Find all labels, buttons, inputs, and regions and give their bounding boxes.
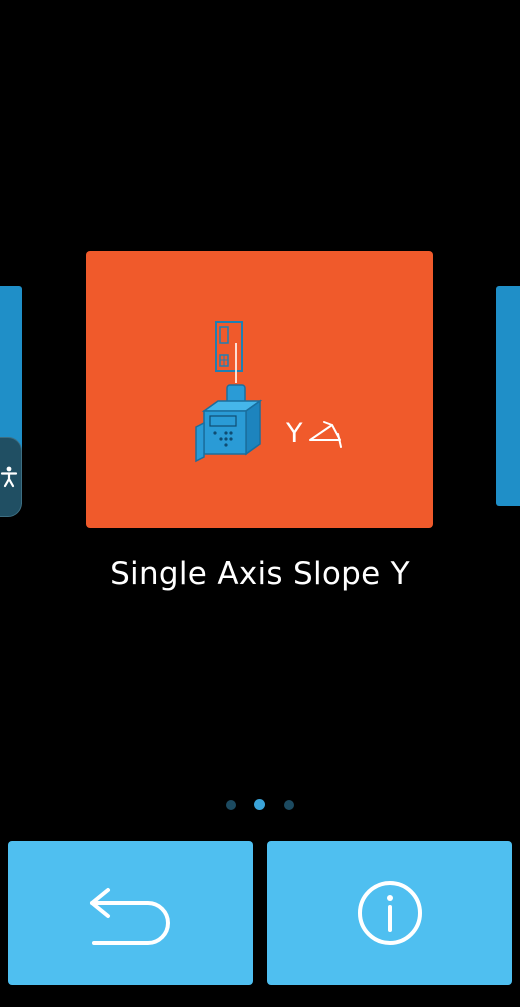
axis-label: Y [286, 418, 303, 449]
laser-level-illustration [195, 321, 342, 463]
carousel-next-card[interactable] [496, 286, 520, 506]
page-indicator [0, 799, 520, 811]
mode-title: Single Axis Slope Y [110, 556, 410, 592]
accessibility-button[interactable] [0, 437, 22, 517]
page-dot-2-active[interactable] [254, 799, 265, 810]
page-dot-3[interactable] [284, 800, 294, 810]
back-arrow-icon [89, 888, 170, 945]
info-circle-icon [357, 881, 422, 945]
back-button[interactable] [8, 841, 253, 985]
mode-card-single-axis-slope-y[interactable]: Y [86, 251, 433, 528]
info-button[interactable] [267, 841, 512, 985]
page-dot-1[interactable] [226, 800, 236, 810]
accessibility-person-icon [0, 466, 18, 488]
